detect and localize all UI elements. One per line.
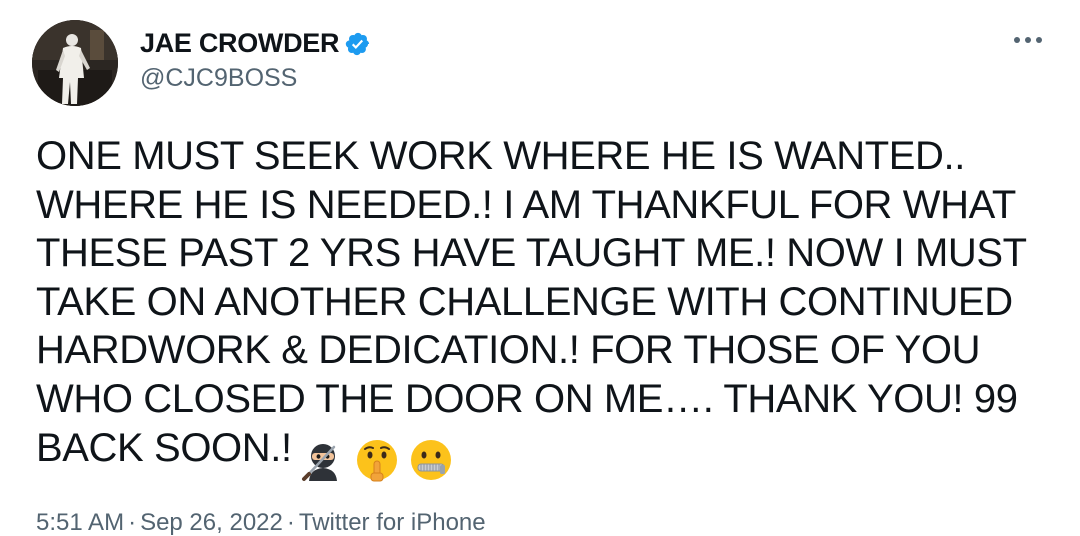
tweet-text-line: THESE PAST 2 YRS HAVE TAUGHT ME.! NOW I …	[36, 231, 1027, 276]
tweet-time[interactable]: 5:51 AM	[36, 509, 124, 536]
user-handle[interactable]: @CJC9BOSS	[140, 64, 297, 93]
verified-badge-icon	[346, 32, 370, 55]
tweet-source-link[interactable]: Twitter for iPhone	[299, 509, 486, 536]
tweet-text-line: WHO CLOSED THE DOOR ON ME…. THANK YOU! 9…	[36, 376, 1018, 421]
tweet-text-last-line: BACK SOON.!	[36, 424, 1046, 483]
display-name[interactable]: JAE CROWDER	[140, 28, 340, 59]
tweet-card: JAE CROWDER @CJC9BOSS ONE MUST SEEK WORK…	[0, 0, 1080, 536]
meta-separator: ·	[128, 509, 137, 536]
shushing-face-emoji	[354, 437, 400, 483]
avatar-photo-icon	[32, 20, 118, 106]
meta-separator: ·	[286, 509, 295, 536]
more-options-icon	[1014, 37, 1042, 43]
tweet-text-line: WHERE HE IS NEEDED.! I AM THANKFUL FOR W…	[36, 182, 1016, 227]
tweet-text-line: BACK SOON.!	[36, 425, 292, 470]
tweet-date[interactable]: Sep 26, 2022	[140, 509, 283, 536]
tweet-text-line: ONE MUST SEEK WORK WHERE HE IS WANTED..	[36, 134, 965, 178]
tweet-text-line: HARDWORK & DEDICATION.! FOR THOSE OF YOU	[36, 328, 981, 373]
zipper-mouth-face-emoji	[408, 437, 454, 483]
tweet-meta: 5:51 AM · Sep 26, 2022 · Twitter for iPhone	[36, 509, 486, 536]
tweet-text: ONE MUST SEEK WORK WHERE HE IS WANTED.. …	[36, 132, 1046, 483]
more-options-button[interactable]	[1008, 26, 1048, 54]
avatar[interactable]	[32, 20, 118, 106]
ninja-emoji	[300, 437, 346, 483]
emoji-group	[300, 434, 462, 483]
tweet-text-line: TAKE ON ANOTHER CHALLENGE WITH CONTINUED	[36, 279, 1013, 324]
author-row: JAE CROWDER	[140, 28, 371, 59]
